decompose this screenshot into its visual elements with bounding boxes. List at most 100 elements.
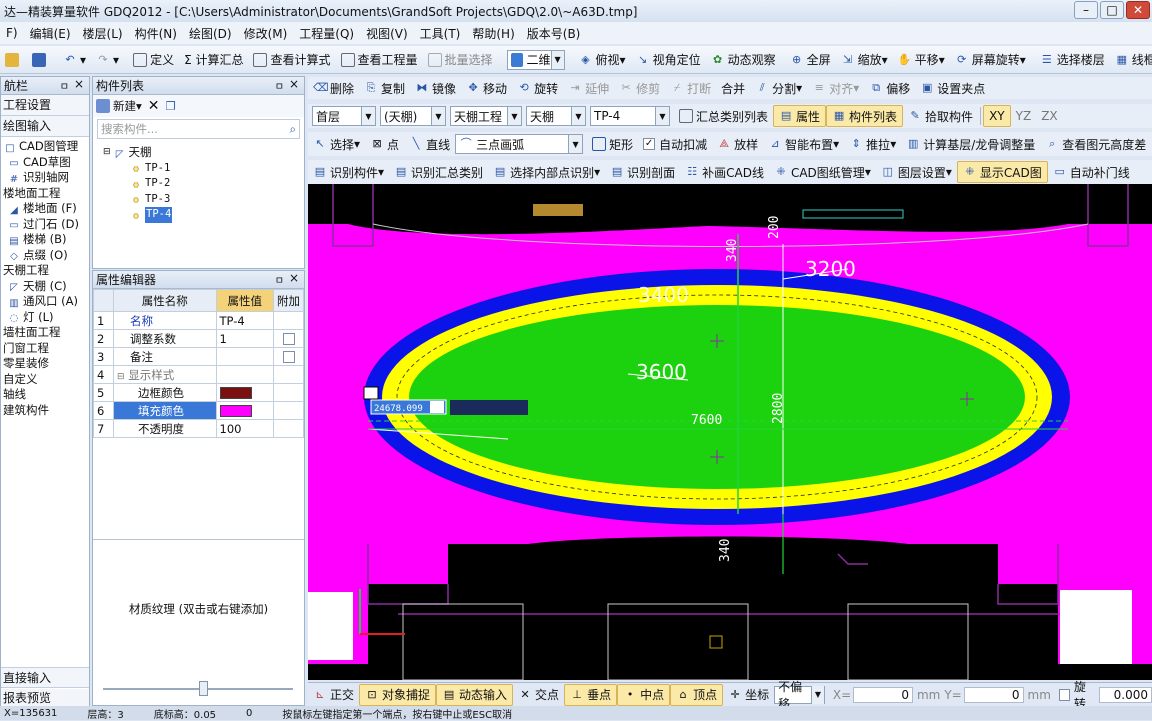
batch-select-button[interactable]: 批量选择 <box>423 49 498 71</box>
identify-summary-button[interactable]: ▤ 识别汇总类别 <box>389 161 488 183</box>
view-locate-button[interactable]: ↘ 视角定位 <box>631 49 706 71</box>
open-button[interactable] <box>0 49 27 71</box>
fullscreen-button[interactable]: ⊕ 全屏 <box>785 49 836 71</box>
break-button[interactable]: ⌿ 打断 <box>665 77 716 99</box>
cad-drawing[interactable]: 200 340 3200 3400 3600 7600 2800 340 246… <box>308 184 1152 680</box>
move-button[interactable]: ✥ 移动 <box>461 77 512 99</box>
nav-item-report-preview[interactable]: 报表预览 <box>1 689 89 707</box>
nav-item-drawing-input[interactable]: 绘图输入 <box>1 116 89 137</box>
pin-icon[interactable]: ㅁ <box>275 78 284 93</box>
smart-place-button[interactable]: ⊿ 智能布置 ▾ <box>763 133 844 155</box>
pan-button[interactable]: ✋ 平移 ▾ <box>893 49 950 71</box>
rotate-button[interactable]: ⟲ 旋转 <box>512 77 563 99</box>
search-icon[interactable]: ⌕ <box>290 122 296 137</box>
rotate-angle-input[interactable]: 0.000 <box>1099 686 1152 703</box>
close-icon[interactable]: × <box>289 77 299 91</box>
copy-button[interactable]: ⎘ 复制 <box>359 77 410 99</box>
view-height-button[interactable]: ⌕ 查看图元高度差 <box>1040 133 1151 155</box>
menu-quantity[interactable]: 工程量(Q) <box>293 25 360 42</box>
save-button[interactable] <box>27 49 54 71</box>
close-icon[interactable]: × <box>74 77 84 91</box>
midpoint-snap[interactable]: • 中点 <box>617 683 671 706</box>
tree-item-tp4[interactable]: ⚙ TP-4 <box>101 207 304 223</box>
drawing-canvas[interactable]: 200 340 3200 3400 3600 7600 2800 340 246… <box>308 184 1152 680</box>
nav-item-misc-decoration[interactable]: 零星装修 <box>1 356 89 372</box>
nav-item-light[interactable]: ◌ 灯 (L) <box>1 310 89 326</box>
menu-view[interactable]: 视图(V) <box>360 25 414 42</box>
component-list-button[interactable]: ▦ 构件列表 <box>826 105 904 127</box>
line-button[interactable]: ╲ 直线 <box>404 133 455 155</box>
dynamic-view-button[interactable]: ✿ 动态观察 <box>706 49 781 71</box>
border-color-swatch[interactable] <box>219 387 252 399</box>
layer-settings-button[interactable]: ◫ 图层设置 ▾ <box>876 161 957 183</box>
nav-item-floor-project[interactable]: 楼地面工程 <box>1 186 89 202</box>
push-pull-button[interactable]: ⇕ 推拉 ▾ <box>844 133 901 155</box>
plane-xy-button[interactable]: XY <box>983 105 1011 127</box>
texture-slider[interactable] <box>103 681 293 696</box>
define-button[interactable]: 定义 <box>128 49 179 71</box>
nav-item-axis[interactable]: 轴线 <box>1 387 89 403</box>
cad-drawing-manage-button[interactable]: ⁜ CAD图纸管理 ▾ <box>769 161 876 183</box>
nav-item-vent[interactable]: ▥ 通风口 (A) <box>1 294 89 310</box>
plane-yz-button[interactable]: YZ <box>1011 105 1037 127</box>
object-snap-toggle[interactable]: ⊡ 对象捕捉 <box>359 683 437 706</box>
attributes-button[interactable]: ▤ 属性 <box>773 105 827 127</box>
fill-color-swatch[interactable] <box>219 405 252 417</box>
project-select[interactable]: 天棚工程 ▼ <box>450 106 522 126</box>
summary-list-button[interactable]: 汇总类别列表 <box>674 105 773 127</box>
texture-area[interactable]: 材质纹理 (双击或右键添加) <box>93 539 304 677</box>
extra-checkbox[interactable] <box>282 333 295 345</box>
menu-edit[interactable]: 编辑(E) <box>24 25 77 42</box>
property-row[interactable]: 3 备注 <box>93 347 304 366</box>
screen-rotate-button[interactable]: ⟳ 屏幕旋转 ▾ <box>950 49 1031 71</box>
menu-file[interactable]: F) <box>0 26 24 40</box>
arc-select[interactable]: ⌒ 三点画弧 ▼ <box>455 134 584 154</box>
select-floor-button[interactable]: ☰ 选择楼层 <box>1035 49 1110 71</box>
rotate-checkbox[interactable] <box>1058 688 1070 701</box>
view-formula-button[interactable]: 查看计算式 <box>248 49 335 71</box>
merge-button[interactable]: 合并 <box>716 77 750 99</box>
nav-item-threshold[interactable]: ▭ 过门石 (D) <box>1 217 89 233</box>
property-row[interactable]: 5 边框颜色 <box>93 383 304 402</box>
property-row[interactable]: 7 不透明度 100 <box>93 419 304 438</box>
nav-item-project-settings[interactable]: 工程设置 <box>1 95 89 116</box>
menu-floor[interactable]: 楼层(L) <box>77 25 129 42</box>
place-sample-button[interactable]: ⟁ 放样 <box>712 133 763 155</box>
show-cad-button[interactable]: ⁜ 显示CAD图 <box>956 161 1048 183</box>
offset-mode-select[interactable]: 不偏移 ▼ <box>774 680 825 711</box>
calc-sum-button[interactable]: Σ 计算汇总 <box>179 49 248 71</box>
menu-modify[interactable]: 修改(M) <box>238 25 294 42</box>
tree-item-tp3[interactable]: ⚙ TP-3 <box>101 192 304 208</box>
tree-item-tp2[interactable]: ⚙ TP-2 <box>101 176 304 192</box>
dynamic-input-toggle[interactable]: ▤ 动态输入 <box>436 683 514 706</box>
delete-icon[interactable]: ✕ <box>148 98 160 114</box>
calc-base-button[interactable]: ▥ 计算基层/龙骨调整量 <box>901 133 1040 155</box>
identify-component-button[interactable]: ▤ 识别构件 ▾ <box>308 161 389 183</box>
delete-button[interactable]: ⌫ 删除 <box>308 77 359 99</box>
nav-item-ceiling-project[interactable]: 天棚工程 <box>1 263 89 279</box>
component-select[interactable]: TP-4 ▼ <box>590 106 670 126</box>
rect-button[interactable]: 矩形 <box>587 133 638 155</box>
zoom-button[interactable]: ⇲ 缩放 ▾ <box>836 49 893 71</box>
menu-version[interactable]: 版本号(B) <box>521 25 587 42</box>
nav-item-stairs[interactable]: ▤ 楼梯 (B) <box>1 232 89 248</box>
property-row-selected[interactable]: 6 填充颜色 <box>93 401 304 420</box>
close-button[interactable]: ✕ <box>1126 1 1150 19</box>
split-button[interactable]: ⫽ 分割 ▾ <box>750 77 807 99</box>
pin-icon[interactable]: ㅁ <box>60 78 69 93</box>
y-offset-input[interactable]: 0 <box>963 686 1024 703</box>
menu-tools[interactable]: 工具(T) <box>414 25 467 42</box>
nav-item-identify-axis[interactable]: # 识别轴网 <box>1 170 89 186</box>
nav-item-wall-column[interactable]: 墙柱面工程 <box>1 325 89 341</box>
close-icon[interactable]: × <box>289 271 299 285</box>
coordinate-snap[interactable]: ✛ 坐标 <box>723 684 774 706</box>
auto-door-line-button[interactable]: ▭ 自动补门线 <box>1048 161 1135 183</box>
collapse-icon[interactable]: ⊟ <box>117 372 125 382</box>
type-select[interactable]: (天棚) ▼ <box>380 106 446 126</box>
nav-item-custom[interactable]: 自定义 <box>1 372 89 388</box>
perpendicular-snap[interactable]: ⊥ 垂点 <box>564 683 618 706</box>
wireframe-button[interactable]: ▦ 线框 <box>1110 49 1152 71</box>
menu-help[interactable]: 帮助(H) <box>466 25 520 42</box>
maximize-button[interactable]: □ <box>1100 1 1124 19</box>
tree-root-ceiling[interactable]: ⊟ ◸ 天棚 <box>101 145 304 161</box>
